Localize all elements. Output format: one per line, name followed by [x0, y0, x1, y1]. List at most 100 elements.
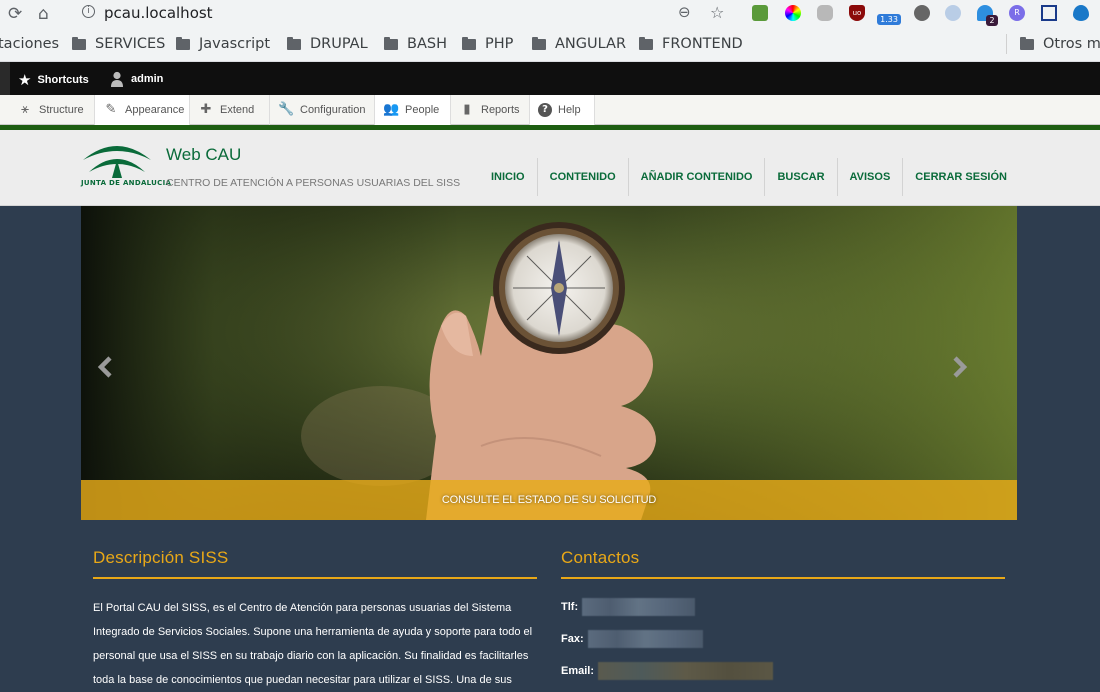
folder-icon: [176, 36, 190, 50]
tray-configuration[interactable]: 🔧 Configuration: [270, 95, 375, 125]
folder-icon: [287, 36, 301, 50]
fax-label: Fax:: [561, 633, 584, 645]
bookmark-folder[interactable]: FRONTEND: [639, 36, 743, 52]
home-icon[interactable]: ⌂: [38, 4, 49, 24]
extension-circle-icon[interactable]: [945, 5, 961, 21]
bookmark-divider: [1006, 34, 1007, 54]
phone-value-redacted[interactable]: [582, 598, 696, 616]
ublock-icon[interactable]: uo: [849, 5, 865, 21]
site-slogan: CENTRO DE ATENCIÓN A PERSONAS USUARIAS D…: [166, 177, 461, 189]
shortcuts-label: Shortcuts: [37, 74, 89, 86]
folder-icon: [532, 36, 546, 50]
description-title: Descripción SISS: [93, 548, 229, 567]
carousel-next-arrow[interactable]: [949, 356, 969, 378]
extension-colorpicker-icon[interactable]: [785, 5, 801, 21]
folder-icon: [639, 36, 653, 50]
tray-label: People: [405, 104, 440, 116]
other-bookmarks[interactable]: Otros m: [1020, 36, 1100, 52]
contacts-title: Contactos: [561, 548, 640, 567]
tray-label: Help: [558, 104, 581, 116]
bookmark-label: SERVICES: [95, 36, 166, 52]
bookmark-label: PHP: [485, 36, 514, 52]
contact-email: Email:: [561, 662, 774, 680]
bookmark-label: taciones: [0, 36, 60, 52]
title-underline: [561, 577, 1005, 579]
tray-people[interactable]: 👥 People: [375, 95, 451, 125]
admin-tray: ⚹ Structure ✎ Appearance ✚ Extend 🔧 Configur…: [0, 95, 1100, 125]
extension-frame-icon[interactable]: [1041, 5, 1057, 21]
tray-appearance[interactable]: ✎ Appearance: [95, 95, 190, 125]
tray-label: Extend: [220, 104, 255, 116]
site-name[interactable]: Web CAU: [166, 145, 241, 165]
folder-icon: [384, 36, 398, 50]
admin-toolbar: ★ Shortcuts admin: [0, 62, 1100, 95]
tray-label: Structure: [39, 104, 84, 116]
tray-reports[interactable]: ▮ Reports: [451, 95, 530, 125]
main-navigation: INICIO CONTENIDO AÑADIR CONTENIDO BUSCAR…: [479, 158, 1019, 196]
shortcuts-link[interactable]: ★ Shortcuts: [18, 71, 89, 89]
contacts-block: Contactos: [561, 548, 1005, 579]
tray-label: Configuration: [300, 104, 366, 116]
carousel-caption-bar[interactable]: CONSULTE EL ESTADO DE SU SOLICITUD: [81, 480, 1017, 520]
bookmark-folder[interactable]: BASH: [384, 36, 447, 52]
wrench-icon: 🔧: [278, 102, 295, 117]
structure-icon: ⚹: [21, 102, 29, 117]
compass-hand-image: [81, 206, 1017, 520]
tray-extend[interactable]: ✚ Extend: [190, 95, 270, 125]
nav-buscar[interactable]: BUSCAR: [764, 158, 836, 196]
url-text[interactable]: pcau.localhost: [104, 4, 213, 22]
star-icon: ★: [18, 71, 32, 89]
bookmark-label: ANGULAR: [555, 36, 627, 52]
bookmark-label: DRUPAL: [310, 36, 368, 52]
bookmark-label: FRONTEND: [662, 36, 743, 52]
bookmark-folder[interactable]: DRUPAL: [287, 36, 368, 52]
people-icon: 👥: [383, 102, 400, 117]
hero-carousel: CONSULTE EL ESTADO DE SU SOLICITUD: [81, 206, 1017, 520]
bookmark-label: Javascript: [199, 36, 271, 52]
bookmark-folder[interactable]: PHP: [462, 36, 513, 52]
email-value-redacted[interactable]: [598, 662, 774, 680]
extension-database-icon[interactable]: [817, 5, 833, 21]
contact-fax: Fax:: [561, 630, 703, 648]
zoom-out-icon[interactable]: ⊖: [678, 3, 691, 21]
user-icon: [111, 71, 123, 87]
bookmarks-bar: taciones SERVICES Javascript DRUPAL BASH…: [0, 28, 1100, 62]
carousel-caption[interactable]: CONSULTE EL ESTADO DE SU SOLICITUD: [442, 494, 656, 506]
title-underline: [93, 577, 537, 579]
description-text: El Portal CAU del SISS, es el Centro de …: [93, 602, 533, 686]
nav-contenido[interactable]: CONTENIDO: [536, 158, 628, 196]
extension-r-icon[interactable]: R: [1009, 5, 1025, 21]
folder-icon: [1020, 36, 1034, 50]
description-block: Descripción SISS El Portal CAU del SISS,…: [93, 548, 537, 692]
nav-avisos[interactable]: AVISOS: [836, 158, 903, 196]
bookmark-star-icon[interactable]: ☆: [710, 3, 724, 22]
site-header: JUNTA DE ANDALUCIA Web CAU CENTRO DE ATE…: [0, 130, 1100, 206]
appearance-icon: ✎: [105, 102, 117, 117]
bookmark-label: BASH: [407, 36, 447, 52]
extension-monitor-icon[interactable]: [752, 5, 768, 21]
drupal-extension-icon[interactable]: [1073, 5, 1089, 21]
user-link[interactable]: admin: [110, 71, 163, 87]
extension-gear-icon[interactable]: [914, 5, 930, 21]
help-icon: ?: [538, 103, 552, 117]
site-info-icon[interactable]: i: [82, 5, 95, 18]
timer-badge[interactable]: 1.33: [877, 14, 901, 25]
tray-label: Reports: [481, 104, 520, 116]
tray-structure[interactable]: ⚹ Structure: [9, 95, 95, 125]
nav-inicio[interactable]: INICIO: [479, 158, 537, 196]
fax-value-redacted[interactable]: [587, 630, 703, 648]
carousel-prev-arrow[interactable]: [96, 356, 116, 378]
bookmark-folder[interactable]: SERVICES: [72, 36, 165, 52]
puzzle-icon: ✚: [200, 102, 212, 117]
bookmark-folder[interactable]: Javascript: [176, 36, 270, 52]
bookmark-label: Otros m: [1043, 36, 1100, 52]
folder-icon: [462, 36, 476, 50]
nav-anadir-contenido[interactable]: AÑADIR CONTENIDO: [627, 158, 765, 196]
bookmark-folder[interactable]: ANGULAR: [532, 36, 626, 52]
tray-help[interactable]: ? Help: [530, 95, 595, 125]
bookmark-item[interactable]: taciones: [0, 36, 59, 52]
nav-cerrar-sesion[interactable]: CERRAR SESIÓN: [902, 158, 1019, 196]
reload-icon[interactable]: ⟳: [8, 4, 22, 24]
logo-text: JUNTA DE ANDALUCIA: [81, 179, 172, 187]
tray-label: Appearance: [125, 104, 185, 116]
